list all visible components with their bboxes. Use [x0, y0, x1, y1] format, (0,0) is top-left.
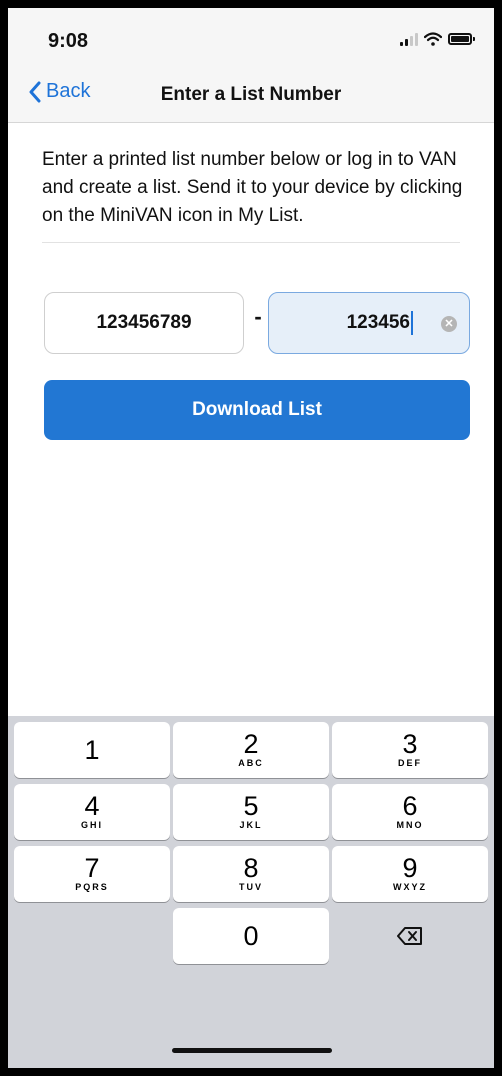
text-cursor	[411, 311, 413, 335]
delete-key[interactable]	[332, 908, 488, 964]
list-number-separator: -	[254, 304, 262, 329]
key-5[interactable]: 5 JKL	[173, 784, 329, 840]
second-input-value: 123456	[346, 312, 410, 333]
key-9[interactable]: 9 WXYZ	[332, 846, 488, 902]
battery-icon	[448, 33, 475, 45]
key-6[interactable]: 6 MNO	[332, 784, 488, 840]
key-8[interactable]: 8 TUV	[173, 846, 329, 902]
numeric-keypad: 1 2 ABC 3 DEF 4 GHI 5 JKL 6 MNO 7 PQRS 8 TUV 9W…	[8, 716, 494, 1068]
status-time: 9:08	[48, 30, 89, 52]
first-input-value: 123456789	[96, 312, 192, 333]
wifi-icon	[424, 32, 442, 46]
key-1[interactable]: 1	[14, 722, 170, 778]
cellular-signal-icon	[400, 32, 418, 46]
key-2[interactable]: 2 ABC	[173, 722, 329, 778]
status-bar: 9:08	[8, 8, 494, 70]
home-indicator[interactable]	[172, 1048, 332, 1053]
phone-screen: 9:08 Back Enter a List Number Enter a pr…	[8, 8, 494, 1068]
key-3[interactable]: 3 DEF	[332, 722, 488, 778]
navigation-bar: Back Enter a List Number	[8, 70, 494, 123]
status-icons	[400, 32, 475, 46]
key-0[interactable]: 0	[173, 908, 329, 964]
instructions-text: Enter a printed list number below or log…	[42, 149, 463, 226]
list-number-first-input[interactable]: 123456789	[44, 292, 244, 354]
page-title: Enter a List Number	[160, 84, 342, 105]
download-list-button[interactable]: Download List	[44, 380, 470, 440]
key-7[interactable]: 7 PQRS	[14, 846, 170, 902]
divider	[42, 242, 460, 243]
list-number-second-input[interactable]: 123456 ✕	[268, 292, 470, 354]
backspace-icon	[397, 927, 422, 945]
key-4[interactable]: 4 GHI	[14, 784, 170, 840]
clear-input-icon[interactable]: ✕	[441, 316, 457, 332]
